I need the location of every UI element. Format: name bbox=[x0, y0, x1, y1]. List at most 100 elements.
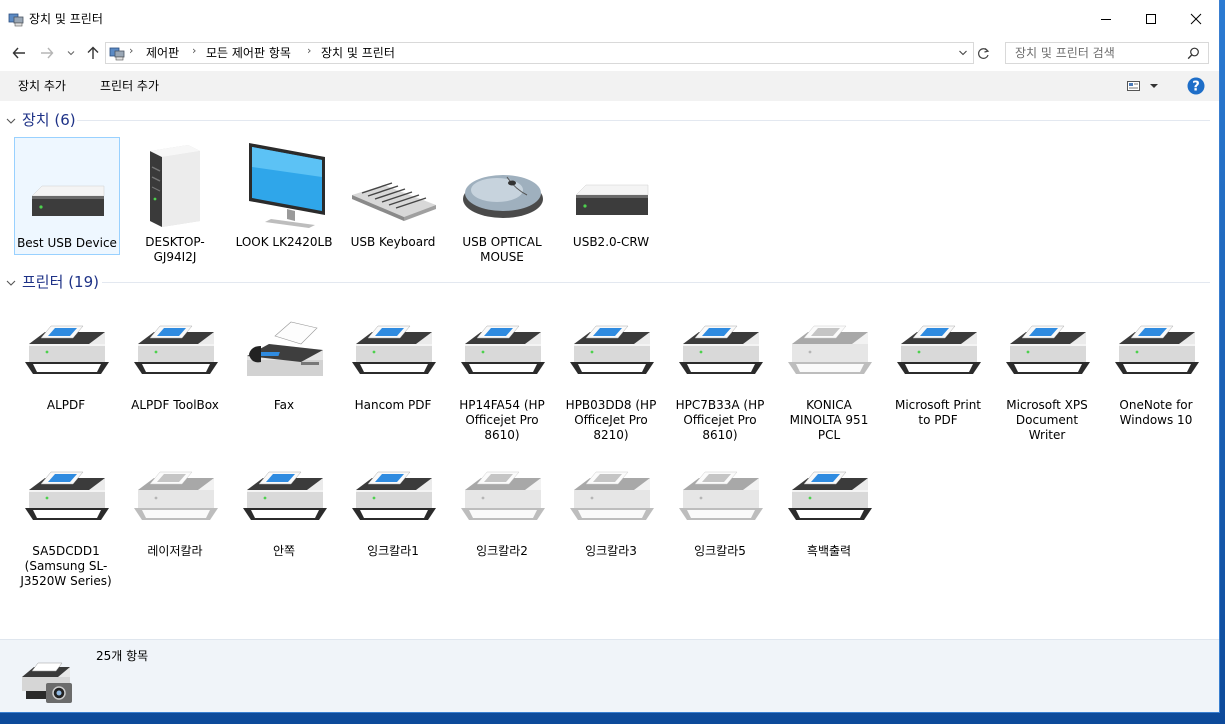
device-mouse[interactable]: USB OPTICAL MOUSE bbox=[450, 137, 554, 265]
printer-label: Hancom PDF bbox=[354, 398, 432, 412]
search-box[interactable] bbox=[1005, 42, 1209, 64]
fax-icon bbox=[247, 321, 323, 376]
printer-icon bbox=[242, 471, 328, 521]
device-usb2-crw[interactable]: USB2.0-CRW bbox=[559, 137, 663, 250]
printer-label: ALPDF ToolBox bbox=[131, 398, 219, 412]
breadcrumb-separator-icon[interactable]: › bbox=[192, 44, 196, 57]
printer-alpdf-toolbox[interactable]: ALPDF ToolBox bbox=[123, 316, 227, 413]
collapse-chevron-icon[interactable] bbox=[6, 278, 16, 288]
item-count: 25개 항목 bbox=[96, 649, 149, 663]
breadcrumb-separator-icon[interactable]: › bbox=[129, 44, 133, 57]
printer-icon bbox=[1005, 325, 1091, 375]
close-button[interactable] bbox=[1173, 0, 1219, 38]
printer-alpdf[interactable]: ALPDF bbox=[14, 316, 118, 413]
printer-label: 잉크칼라1 bbox=[367, 544, 419, 558]
chevron-down-icon bbox=[67, 51, 75, 56]
printer-icon bbox=[460, 325, 546, 375]
device-desktop[interactable]: DESKTOP-GJ94I2J bbox=[123, 137, 227, 265]
up-button[interactable] bbox=[84, 42, 102, 64]
printer-ink-color-2[interactable]: 잉크칼라2 bbox=[450, 462, 554, 559]
drive-icon bbox=[575, 184, 649, 215]
devices-group-header[interactable]: 장치 (6) bbox=[6, 110, 1210, 132]
device-best-usb-device[interactable]: Best USB Device bbox=[14, 137, 120, 255]
printer-offline-icon bbox=[133, 471, 219, 521]
printer-label: ALPDF bbox=[46, 398, 86, 412]
drive-icon bbox=[31, 185, 105, 216]
printers-group-label: 프린터 (19) bbox=[22, 273, 99, 291]
details-pane: 25개 항목 bbox=[0, 639, 1219, 712]
breadcrumb-all-control-panel-items[interactable]: 모든 제어판 항목 bbox=[206, 45, 291, 61]
printer-hp14fa54[interactable]: HP14FA54 (HP Officejet Pro 8610) bbox=[450, 316, 554, 443]
view-options-icon bbox=[1127, 81, 1140, 91]
printer-label: HP14FA54 (HP Officejet Pro 8610) bbox=[459, 398, 545, 442]
printer-ink-color-1[interactable]: 잉크칼라1 bbox=[341, 462, 445, 559]
printer-fax[interactable]: Fax bbox=[232, 316, 336, 413]
command-bar: 장치 추가 프린터 추가 ? bbox=[0, 71, 1219, 101]
printers-group-header[interactable]: 프린터 (19) bbox=[6, 272, 1210, 294]
printer-hpc7b33a[interactable]: HPC7B33A (HP Officejet Pro 8610) bbox=[668, 316, 772, 443]
back-arrow-icon bbox=[12, 47, 25, 59]
change-view-button[interactable] bbox=[1124, 78, 1164, 94]
add-device-button[interactable]: 장치 추가 bbox=[18, 78, 66, 94]
printer-laser-color[interactable]: 레이저칼라 bbox=[123, 462, 227, 559]
maximize-button[interactable] bbox=[1128, 0, 1174, 38]
devices-printers-location-icon bbox=[109, 47, 125, 61]
printer-label: Microsoft Print to PDF bbox=[894, 398, 982, 427]
printer-label: 레이저칼라 bbox=[147, 544, 203, 558]
title-bar[interactable]: 장치 및 프린터 bbox=[0, 0, 1219, 38]
back-button[interactable] bbox=[9, 42, 29, 64]
printer-icon bbox=[569, 325, 655, 375]
help-button[interactable]: ? bbox=[1187, 77, 1205, 95]
printer-offline-icon bbox=[787, 325, 873, 375]
printer-label: 잉크칼라2 bbox=[476, 544, 528, 558]
device-keyboard[interactable]: USB Keyboard bbox=[341, 137, 445, 250]
breadcrumb-control-panel[interactable]: 제어판 bbox=[146, 45, 179, 61]
breadcrumb-devices-printers[interactable]: 장치 및 프린터 bbox=[321, 45, 395, 61]
printer-ink-color-5[interactable]: 잉크칼라5 bbox=[668, 462, 772, 559]
device-monitor[interactable]: LOOK LK2420LB bbox=[232, 137, 336, 250]
printer-label: 흑백출력 bbox=[806, 544, 852, 558]
items-view: 장치 (6) Best USB Device DESKTOP-GJ94I2J L… bbox=[0, 101, 1219, 639]
printer-icon bbox=[678, 325, 764, 375]
devices-printers-app-icon bbox=[8, 13, 24, 27]
add-printer-button[interactable]: 프린터 추가 bbox=[100, 78, 159, 94]
address-bar[interactable]: › 제어판 › 모든 제어판 항목 › 장치 및 프린터 bbox=[105, 42, 974, 64]
window-title: 장치 및 프린터 bbox=[29, 12, 103, 26]
printer-icon bbox=[787, 471, 873, 521]
printer-label: 안쪽 bbox=[272, 544, 296, 558]
recent-locations-button[interactable] bbox=[64, 42, 78, 64]
close-icon bbox=[1190, 13, 1202, 25]
printer-inner[interactable]: 안쪽 bbox=[232, 462, 336, 559]
forward-button[interactable] bbox=[37, 42, 57, 64]
device-label: LOOK LK2420LB bbox=[235, 235, 333, 249]
printer-icon bbox=[1114, 325, 1200, 375]
printer-microsoft-print-to-pdf[interactable]: Microsoft Print to PDF bbox=[886, 316, 990, 428]
printer-icon bbox=[896, 325, 982, 375]
printer-konica-minolta[interactable]: KONICA MINOLTA 951 PCL bbox=[777, 316, 881, 443]
search-input[interactable] bbox=[1006, 43, 1190, 63]
printer-onenote[interactable]: OneNote for Windows 10 bbox=[1104, 316, 1208, 428]
printer-icon bbox=[133, 325, 219, 375]
printer-label: 잉크칼라3 bbox=[585, 544, 637, 558]
maximize-icon bbox=[1146, 14, 1156, 24]
address-history-chevron-icon[interactable] bbox=[958, 48, 968, 58]
refresh-icon bbox=[977, 47, 989, 59]
printer-hpb03dd8[interactable]: HPB03DD8 (HP OfficeJet Pro 8210) bbox=[559, 316, 663, 443]
collapse-chevron-icon[interactable] bbox=[6, 116, 16, 126]
refresh-button[interactable] bbox=[973, 42, 993, 64]
chevron-down-icon bbox=[1150, 84, 1158, 88]
minimize-icon bbox=[1101, 19, 1111, 20]
printer-sa5dcdd1[interactable]: SA5DCDD1 (Samsung SL-J3520W Series) bbox=[14, 462, 118, 589]
printer-label: HPC7B33A (HP Officejet Pro 8610) bbox=[675, 398, 765, 442]
printer-ink-color-3[interactable]: 잉크칼라3 bbox=[559, 462, 663, 559]
printer-icon bbox=[24, 471, 110, 521]
printer-mono-output[interactable]: 흑백출력 bbox=[777, 462, 881, 559]
minimize-button[interactable] bbox=[1083, 0, 1129, 38]
device-label: USB2.0-CRW bbox=[572, 235, 650, 249]
printer-hancom-pdf[interactable]: Hancom PDF bbox=[341, 316, 445, 413]
printer-icon bbox=[351, 325, 437, 375]
search-icon[interactable] bbox=[1187, 47, 1200, 60]
printer-microsoft-xps[interactable]: Microsoft XPS Document Writer bbox=[995, 316, 1099, 443]
printer-label: HPB03DD8 (HP OfficeJet Pro 8210) bbox=[565, 398, 657, 442]
breadcrumb-separator-icon[interactable]: › bbox=[307, 44, 311, 57]
